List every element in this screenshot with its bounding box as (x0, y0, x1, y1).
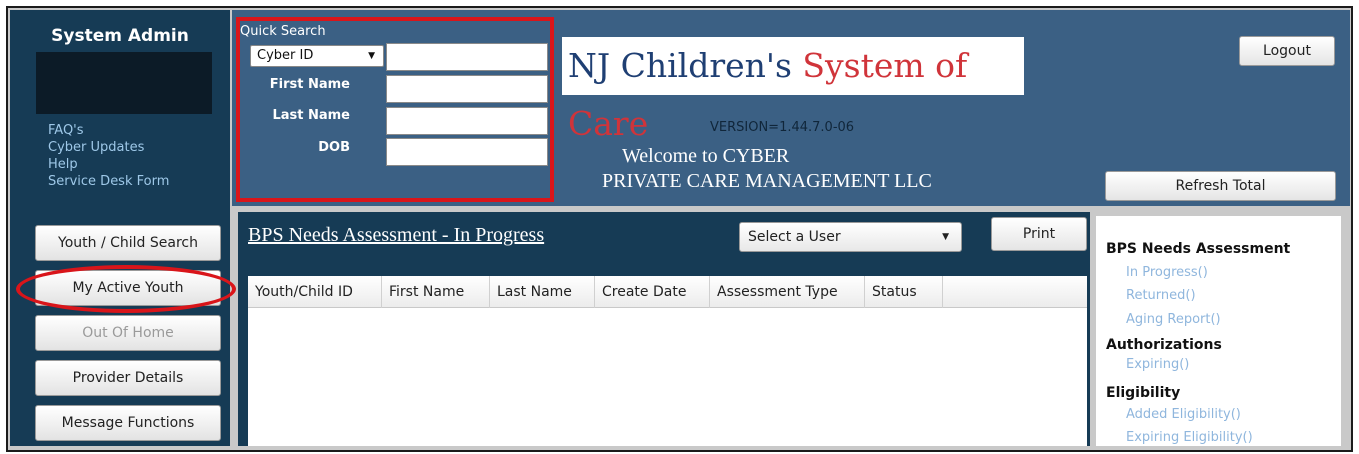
version-text: VERSION=1.44.7.0-06 (710, 120, 855, 135)
cyber-updates-link[interactable]: Cyber Updates (48, 139, 169, 156)
column-header-create-date[interactable]: Create Date (595, 276, 710, 308)
last-name-label: Last Name (272, 108, 350, 123)
aging-report-link[interactable]: Aging Report() (1126, 312, 1221, 327)
column-header-last-name[interactable]: Last Name (490, 276, 595, 308)
bps-needs-assessment-heading: BPS Needs Assessment (1106, 241, 1291, 257)
sidebar-links: FAQ's Cyber Updates Help Service Desk Fo… (48, 122, 169, 190)
page-title[interactable]: BPS Needs Assessment - In Progress (248, 224, 544, 247)
company-name: PRIVATE CARE MANAGEMENT LLC (602, 170, 932, 192)
refresh-total-button[interactable]: Refresh Total (1105, 171, 1336, 201)
first-name-label: First Name (269, 77, 350, 92)
added-eligibility-link[interactable]: Added Eligibility() (1126, 407, 1241, 422)
faq-link[interactable]: FAQ's (48, 122, 169, 139)
quick-search-title: Quick Search (240, 24, 326, 39)
authorizations-heading: Authorizations (1106, 337, 1222, 353)
first-name-input[interactable] (386, 75, 548, 103)
eligibility-heading: Eligibility (1106, 385, 1181, 401)
column-header-status[interactable]: Status (865, 276, 943, 308)
select-user-value: Select a User (748, 229, 841, 245)
expiring-link[interactable]: Expiring() (1126, 357, 1189, 372)
column-header-first-name[interactable]: First Name (382, 276, 490, 308)
out-of-home-button[interactable]: Out Of Home (35, 315, 221, 351)
logout-button[interactable]: Logout (1239, 36, 1335, 66)
nj-system-of-care-logo: NJ Children's System of Care (562, 37, 1024, 143)
column-header-assessment-type[interactable]: Assessment Type (710, 276, 865, 308)
my-active-youth-button[interactable]: My Active Youth (35, 270, 221, 306)
help-link[interactable]: Help (48, 156, 169, 173)
youth-child-search-button[interactable]: Youth / Child Search (35, 225, 221, 261)
sidebar-header: System Admin FAQ's Cyber Updates Help Se… (10, 10, 230, 206)
logo-text-blue: NJ Children's (568, 46, 792, 85)
welcome-text: Welcome to CYBER (622, 145, 790, 167)
dob-input[interactable] (386, 138, 548, 166)
dropdown-arrow-icon: ▼ (942, 232, 949, 242)
returned-link[interactable]: Returned() (1126, 288, 1196, 303)
print-button[interactable]: Print (991, 217, 1087, 251)
user-avatar (36, 52, 212, 114)
service-desk-link[interactable]: Service Desk Form (48, 173, 169, 190)
expiring-eligibility-link[interactable]: Expiring Eligibility() (1126, 430, 1253, 445)
dob-label: DOB (318, 140, 350, 155)
dropdown-arrow-icon: ▼ (368, 51, 375, 61)
provider-details-button[interactable]: Provider Details (35, 360, 221, 396)
search-type-value: Cyber ID (257, 48, 314, 63)
admin-title: System Admin (51, 26, 189, 46)
search-type-select[interactable]: Cyber ID ▼ (250, 45, 384, 67)
message-functions-button[interactable]: Message Functions (35, 405, 221, 441)
select-user-dropdown[interactable]: Select a User ▼ (739, 222, 962, 252)
last-name-input[interactable] (386, 107, 548, 135)
cyber-id-input[interactable] (386, 43, 548, 71)
in-progress-link[interactable]: In Progress() (1126, 265, 1208, 280)
column-header-youth-id[interactable]: Youth/Child ID (248, 276, 382, 308)
